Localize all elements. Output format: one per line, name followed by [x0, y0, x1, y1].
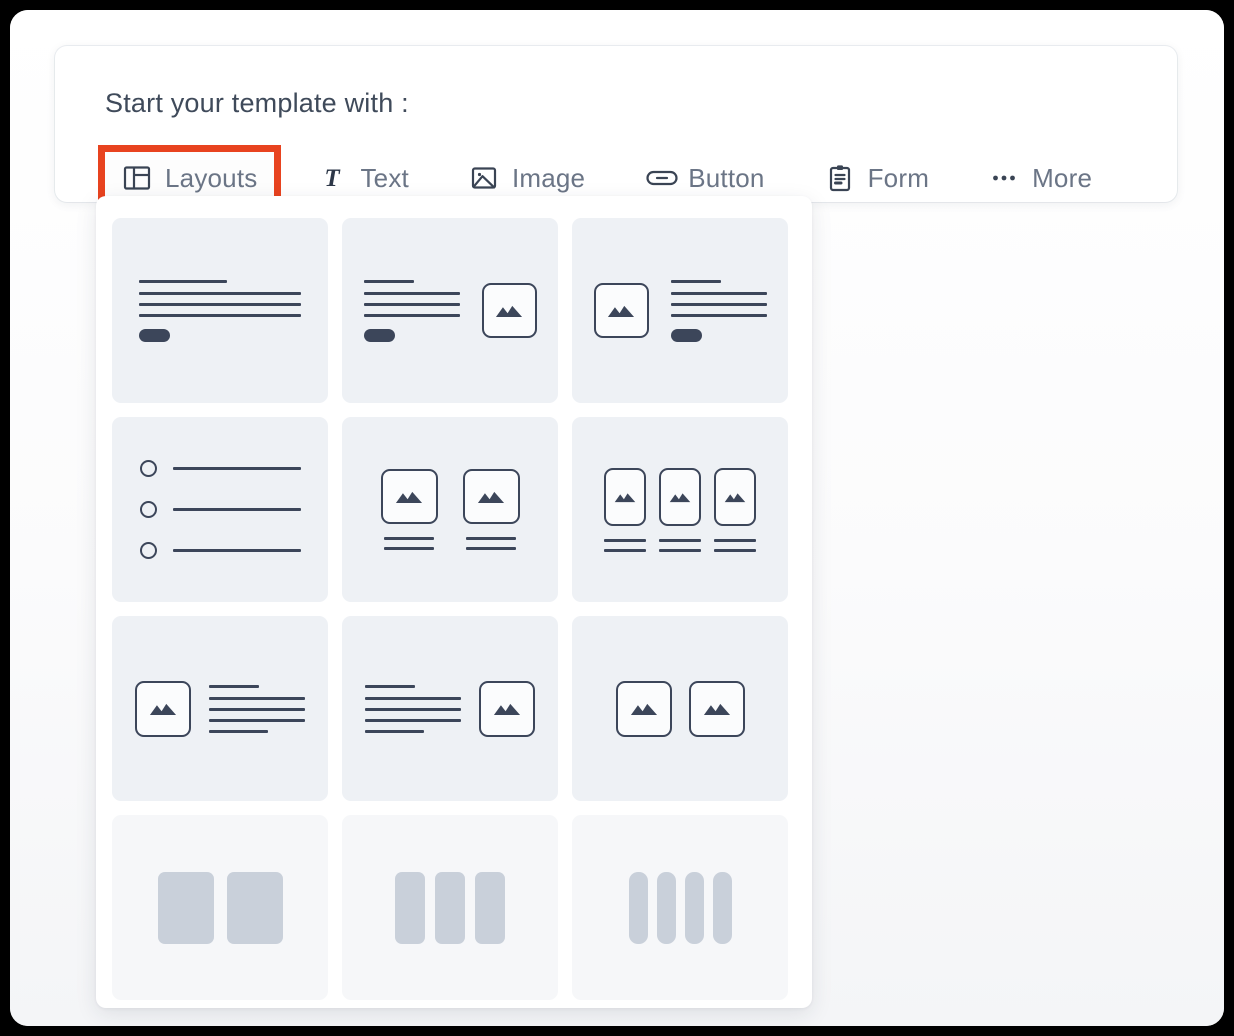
caption-lines [604, 538, 646, 552]
column-block [656, 871, 676, 944]
layout-thumb-bulleted-list-three-items[interactable] [112, 417, 328, 602]
layout-thumb-two-column-blocks[interactable] [112, 815, 328, 1000]
list-item [139, 501, 301, 518]
tab-more[interactable]: More [972, 152, 1109, 204]
column-block [435, 871, 465, 944]
column-block [226, 871, 283, 944]
form-icon [825, 163, 855, 193]
list-item [139, 542, 301, 559]
image-placeholder-icon [481, 283, 537, 338]
screenshot-frame: Start your template with : Layouts T Tex… [0, 0, 1234, 1036]
image-placeholder-icon [593, 283, 649, 338]
caption-lines [384, 537, 434, 550]
column-block [395, 871, 425, 944]
tab-form-label: Form [867, 162, 930, 193]
image-placeholder-icon [604, 467, 646, 526]
caption-lines [659, 538, 701, 552]
layout-thumb-two-images-side-by-side[interactable] [572, 616, 788, 801]
layout-thumb-text-left-image-right-with-button[interactable] [342, 218, 558, 403]
layout-thumb-paragraph-left-image-right[interactable] [342, 616, 558, 801]
layout-thumb-image-left-paragraph-right[interactable] [112, 616, 328, 801]
layout-thumb-two-images-with-captions[interactable] [342, 417, 558, 602]
bullet-circle-icon [139, 542, 157, 559]
image-placeholder-icon [659, 467, 701, 526]
image-icon [469, 163, 499, 193]
tab-layouts-label: Layouts [165, 162, 258, 193]
tab-form[interactable]: Form [808, 152, 946, 204]
layout-thumb-image-left-text-right-with-button[interactable] [572, 218, 788, 403]
caption-lines [714, 538, 756, 552]
column-block [684, 871, 704, 944]
image-placeholder-icon [135, 680, 191, 737]
app-canvas: Start your template with : Layouts T Tex… [10, 10, 1224, 1026]
text-icon: T [317, 163, 347, 193]
image-placeholder-icon [479, 680, 535, 737]
layouts-grid [112, 218, 796, 1000]
page-title: Start your template with : [105, 88, 409, 118]
column-block [712, 871, 732, 944]
layout-thumb-four-column-blocks[interactable] [572, 815, 788, 1000]
column-block [475, 871, 505, 944]
caption-lines [466, 537, 516, 550]
button-icon [645, 163, 678, 193]
tab-text-label: Text [360, 162, 409, 193]
column-block [628, 871, 648, 944]
layout-thumb-text-block-with-button[interactable] [112, 218, 328, 403]
tab-button-label: Button [688, 162, 765, 193]
panel-scrollbar[interactable] [804, 206, 808, 446]
tab-image-label: Image [511, 162, 586, 193]
bullet-circle-icon [139, 501, 157, 518]
layouts-icon [122, 163, 152, 193]
layout-thumb-three-column-blocks[interactable] [342, 815, 558, 1000]
ellipsis-icon [989, 163, 1019, 193]
column-block [157, 871, 214, 944]
image-placeholder-icon [380, 469, 438, 524]
tab-more-label: More [1032, 162, 1093, 193]
image-placeholder-icon [462, 469, 520, 524]
svg-text:T: T [325, 165, 342, 192]
layout-thumb-three-images-with-captions[interactable] [572, 417, 788, 602]
image-placeholder-icon [615, 680, 672, 737]
image-placeholder-icon [688, 680, 745, 737]
list-item [139, 460, 301, 477]
image-placeholder-icon [714, 467, 756, 526]
bullet-circle-icon [139, 460, 157, 477]
layouts-panel [96, 196, 812, 1008]
